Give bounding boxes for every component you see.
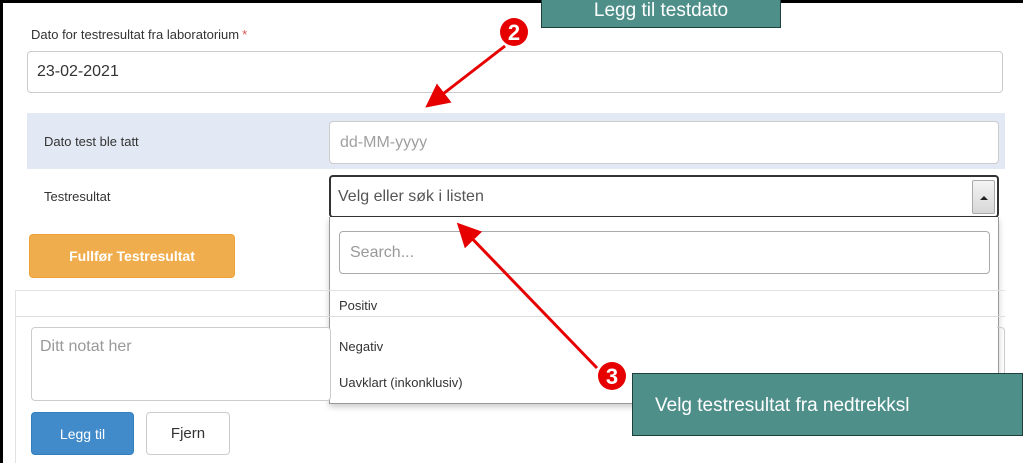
complete-test-result-button[interactable]: Fullfør Testresultat xyxy=(29,234,235,278)
lab-date-label-text: Dato for testresultat fra laboratorium xyxy=(31,27,240,42)
callout-add-test-date: Legg til testdato xyxy=(541,0,781,28)
callout-select-result: Velg testresultat fra nedtrekksl xyxy=(632,373,1023,436)
caret-up-icon xyxy=(980,196,988,200)
section-divider xyxy=(15,290,1005,291)
remove-note-button[interactable]: Fjern xyxy=(146,412,230,455)
test-taken-label: Dato test ble tatt xyxy=(44,134,139,149)
step-3-badge: 3 xyxy=(598,362,626,390)
add-note-button[interactable]: Legg til xyxy=(31,412,134,455)
test-result-label: Testresultat xyxy=(44,189,111,204)
frame-border-left xyxy=(0,0,3,463)
dropdown-toggle-button[interactable] xyxy=(972,180,995,214)
option-positive[interactable]: Positiv xyxy=(339,298,377,313)
test-taken-date-field[interactable] xyxy=(329,121,999,164)
required-marker: * xyxy=(242,27,248,42)
step-2-badge: 2 xyxy=(500,18,528,46)
lab-result-date-field[interactable]: 23-02-2021 xyxy=(27,51,1003,93)
test-result-select-placeholder: Velg eller søk i listen xyxy=(338,188,484,205)
note-textarea[interactable] xyxy=(31,327,331,401)
frame-border-top xyxy=(0,0,1023,3)
lab-date-label: Dato for testresultat fra laboratorium * xyxy=(31,27,247,42)
dropdown-search-input[interactable] xyxy=(339,231,990,274)
